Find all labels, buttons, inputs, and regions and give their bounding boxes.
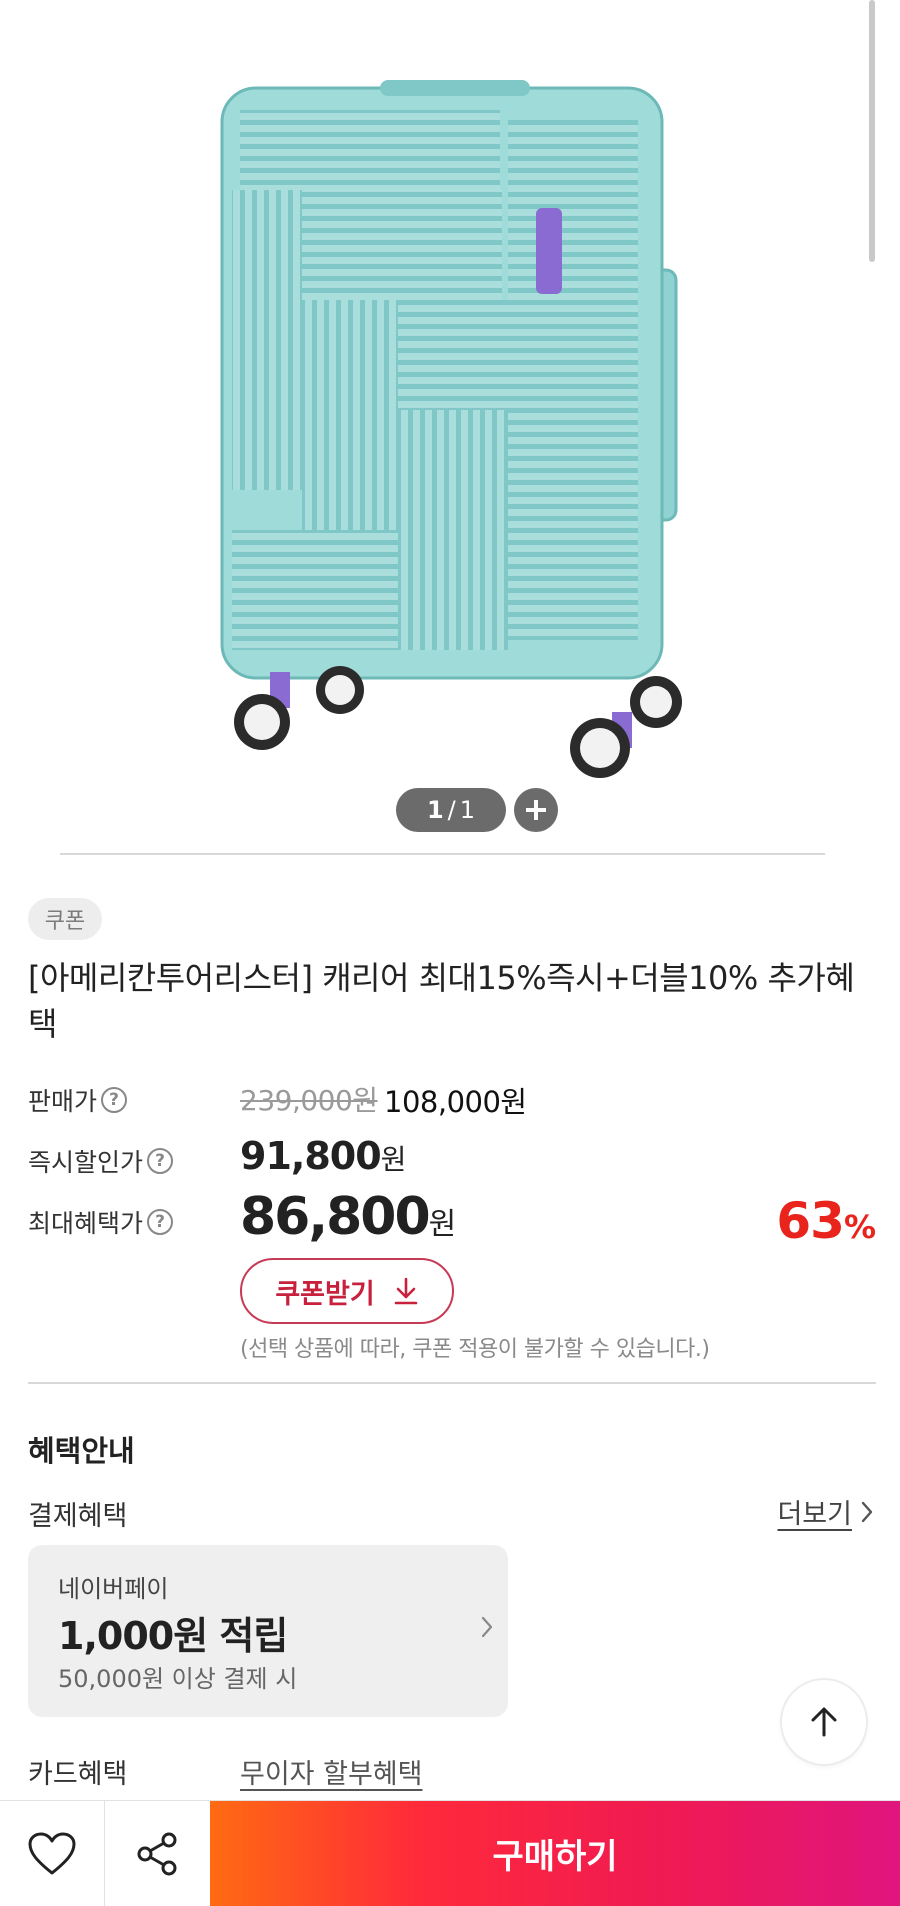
suitcase-illustration [220,80,682,778]
pager-total: 1 [459,796,476,824]
wishlist-button[interactable] [0,1801,105,1906]
help-icon[interactable]: ? [147,1209,174,1235]
installment-benefit-link[interactable]: 무이자 할부혜택 [240,1752,422,1791]
pager-current: 1 [426,796,444,824]
get-coupon-button[interactable]: 쿠폰받기 [240,1258,454,1324]
more-link-label: 더보기 [777,1499,852,1530]
instant-price-value: 91,800 [240,1134,382,1178]
zoom-button[interactable] [514,788,558,832]
chevron-right-icon [861,1501,873,1522]
discount-unit: % [843,1208,876,1246]
arrow-up-icon [811,1707,837,1737]
original-price: 239,000원 [240,1084,378,1117]
benefit-section-title: 혜택안내 [28,1434,135,1468]
payment-benefit-label: 결제혜택 [28,1501,128,1532]
max-price-unit: 원 [428,1207,457,1242]
help-icon[interactable]: ? [101,1087,128,1113]
naverpay-benefit-card[interactable]: 네이버페이 1,000원 적립 50,000원 이상 결제 시 [28,1545,508,1717]
max-price-label: 최대혜택가 ? [28,1204,174,1240]
buy-button[interactable]: 구매하기 [210,1801,900,1906]
instant-price-label-text: 즉시할인가 [28,1148,144,1177]
share-icon [137,1832,177,1875]
image-divider [60,853,825,855]
benefit-condition: 50,000원 이상 결제 시 [58,1665,298,1693]
pager-separator: / [447,796,456,824]
plus-icon [526,800,546,820]
max-price-value: 86,800 [240,1187,431,1247]
max-price-label-text: 최대혜택가 [28,1209,144,1238]
section-divider [28,1382,876,1384]
discount-rate: 63% [776,1192,876,1250]
instant-price: 91,800원 [240,1134,406,1178]
get-coupon-label: 쿠폰받기 [275,1278,375,1309]
product-image[interactable] [0,0,900,840]
discount-value: 63 [776,1192,845,1250]
more-link[interactable]: 더보기 [777,1492,874,1531]
instant-price-label: 즉시할인가 ? [28,1143,174,1179]
help-icon[interactable]: ? [147,1148,174,1174]
download-icon [394,1277,417,1305]
product-title: [아메리칸투어리스터] 캐리어 최대15%즉시+더블10% 추가혜택 [28,959,855,1043]
sale-price-label: 판매가 ? [28,1082,128,1118]
benefit-provider: 네이버페이 [58,1575,169,1603]
bottom-action-bar: 구매하기 [0,1800,900,1906]
heart-icon [28,1832,76,1874]
coupon-badge: 쿠폰 [28,898,102,940]
sale-price: 108,000원 [384,1085,527,1119]
benefit-amount: 1,000원 적립 [58,1614,288,1658]
coupon-notice: (선택 상품에 따라, 쿠폰 적용이 불가할 수 있습니다.) [240,1337,710,1362]
image-pager: 1 / 1 [396,788,506,832]
share-button[interactable] [105,1801,209,1906]
max-benefit-price: 86,800원 [240,1187,456,1247]
chevron-right-icon [481,1616,493,1638]
scroll-top-button[interactable] [782,1680,866,1764]
instant-price-unit: 원 [380,1143,407,1176]
sale-price-label-text: 판매가 [28,1087,98,1116]
card-benefit-label: 카드혜택 [28,1759,128,1790]
